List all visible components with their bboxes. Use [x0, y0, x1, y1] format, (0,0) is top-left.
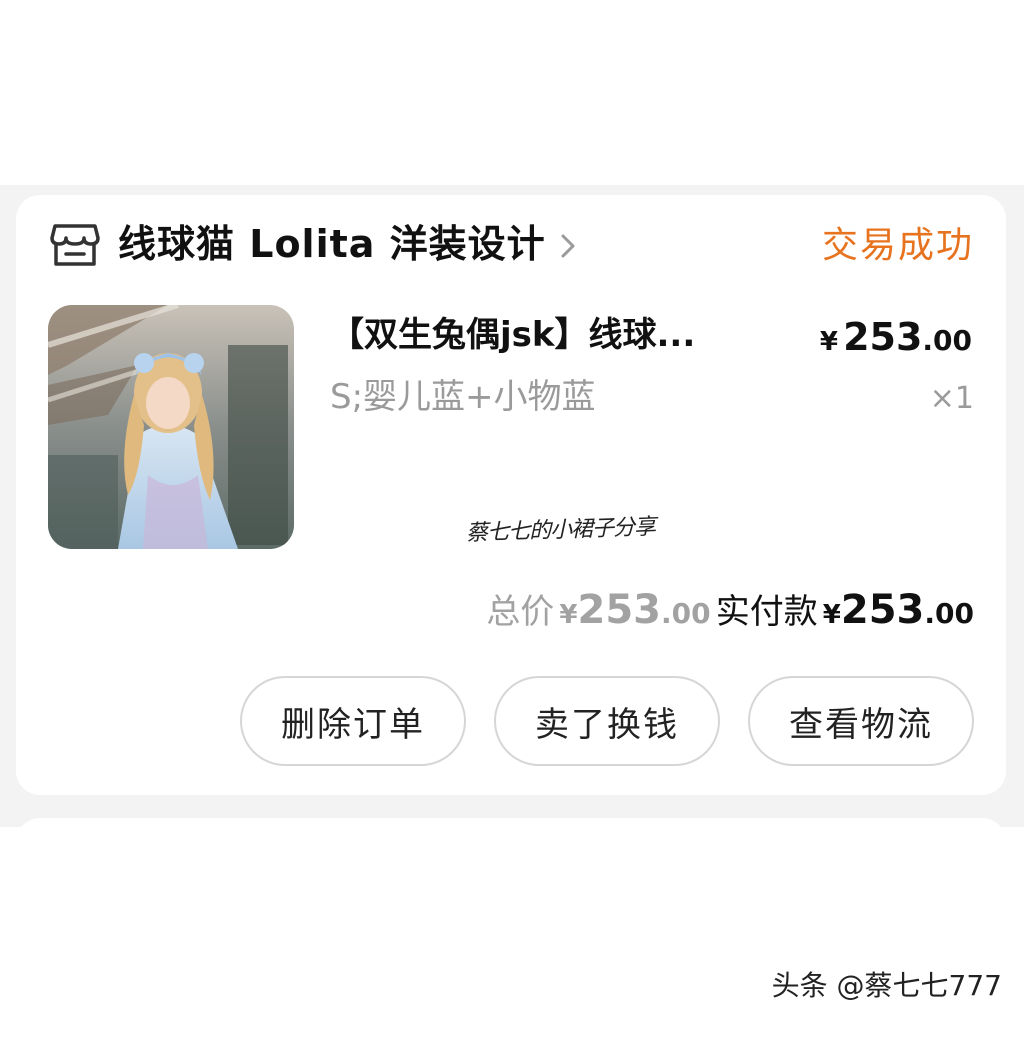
paid-label: 实付款 — [715, 592, 818, 632]
price-decimal: .00 — [922, 324, 972, 357]
product-sku: S;婴儿蓝+小物蓝 — [330, 377, 596, 417]
paid-currency: ¥ — [822, 600, 841, 630]
product-quantity: ×1 — [929, 381, 974, 416]
order-totals: 总价 ¥253.00 实付款 ¥253.00 — [486, 582, 974, 646]
sell-button[interactable]: 卖了换钱 — [494, 676, 720, 766]
watermark-footer: 头条 @蔡七七777 — [771, 969, 1002, 1002]
product-price: ¥ 253.00 — [820, 312, 972, 370]
view-logistics-button[interactable]: 查看物流 — [748, 676, 974, 766]
product-thumbnail[interactable] — [48, 305, 294, 549]
price-currency: ¥ — [819, 327, 838, 357]
paid-decimal: .00 — [924, 597, 974, 630]
store-icon — [50, 224, 100, 266]
total-currency: ¥ — [559, 600, 578, 630]
total-integer: 253 — [577, 587, 662, 633]
price-integer: 253 — [843, 315, 923, 359]
watermark-center: 蔡七七的小裙子分享 — [465, 514, 656, 547]
total-label: 总价 — [486, 592, 555, 632]
product-title[interactable]: 【双生兔偶jsk】线球... — [330, 310, 750, 360]
delete-order-button[interactable]: 删除订单 — [240, 676, 466, 766]
paid-integer: 253 — [840, 587, 925, 633]
chevron-right-icon[interactable] — [558, 232, 578, 260]
total-decimal: .00 — [661, 597, 711, 630]
order-status: 交易成功 — [821, 225, 974, 266]
shop-name[interactable]: 线球猫 Lolita 洋装设计 — [118, 218, 546, 270]
